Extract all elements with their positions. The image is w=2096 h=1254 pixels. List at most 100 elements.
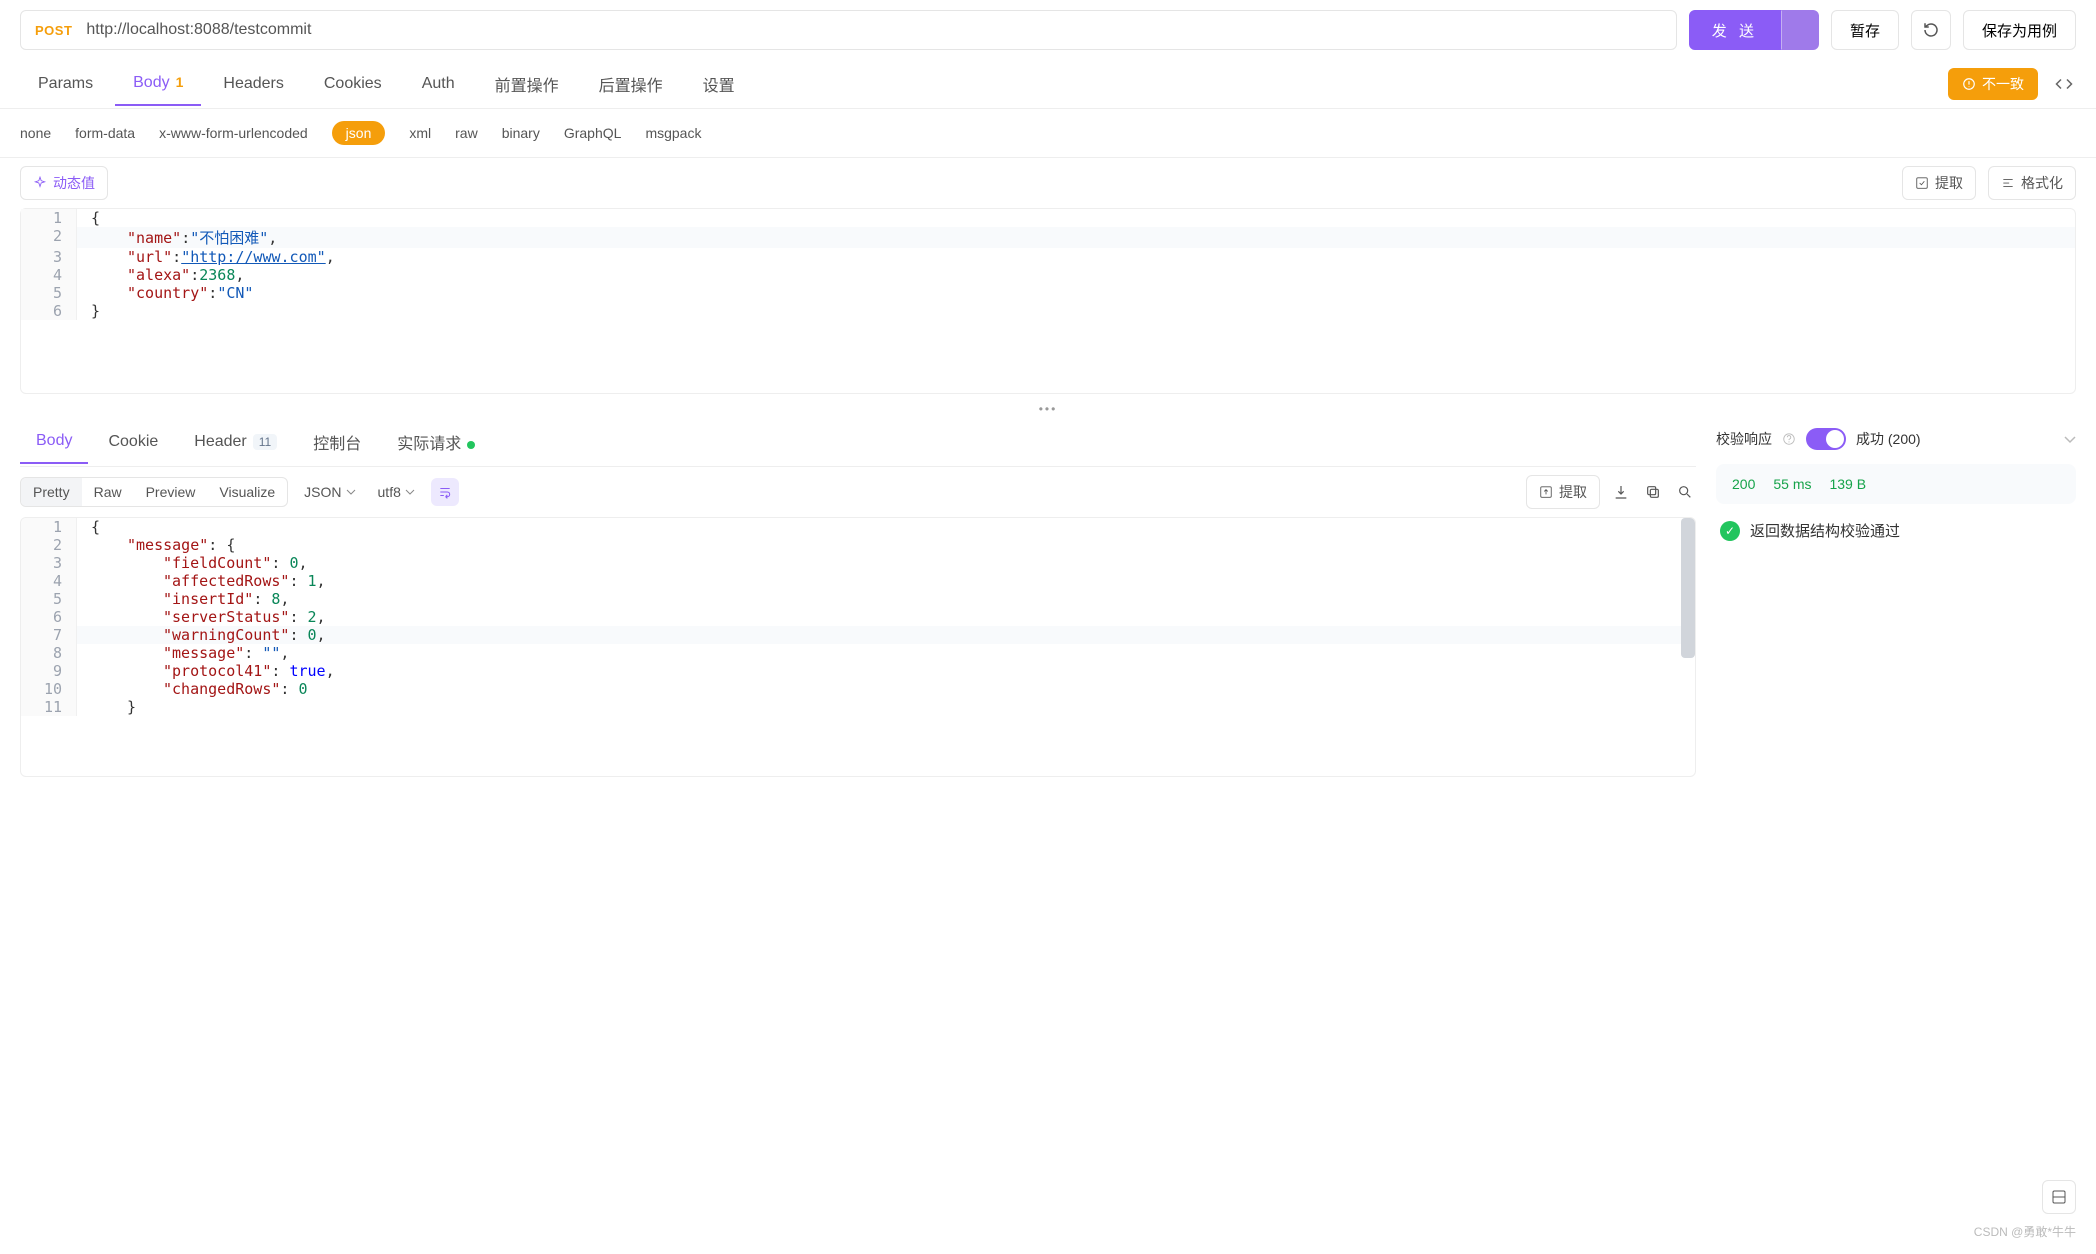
code-line[interactable]: 4"affectedRows": 1, <box>21 572 1695 590</box>
bodytype-msgpack[interactable]: msgpack <box>645 125 701 141</box>
bodytype-formdata[interactable]: form-data <box>75 125 135 141</box>
response-lang-select[interactable]: JSON <box>298 484 361 500</box>
schema-mismatch-badge[interactable]: 不一致 <box>1948 68 2038 100</box>
response-stats: 200 55 ms 139 B <box>1716 464 2076 504</box>
panel-resizer[interactable]: ••• <box>0 400 2096 418</box>
wrap-toggle-button[interactable] <box>431 478 459 506</box>
code-line[interactable]: 6} <box>21 302 2075 320</box>
code-line[interactable]: 3"url":"http://www.com", <box>21 248 2075 266</box>
search-response-button[interactable] <box>1674 481 1696 503</box>
format-button[interactable]: 格式化 <box>1988 166 2076 200</box>
code-view-button[interactable] <box>2052 72 2076 96</box>
check-icon: ✓ <box>1720 521 1740 541</box>
chevron-down-icon <box>405 489 415 495</box>
send-button-group: 发 送 <box>1689 10 1819 50</box>
request-url[interactable]: http://localhost:8088/testcommit <box>86 21 1661 39</box>
code-line[interactable]: 6"serverStatus": 2, <box>21 608 1695 626</box>
code-line[interactable]: 1{ <box>21 518 1695 536</box>
extract-icon <box>1539 485 1553 499</box>
request-tabs: Params Body1 Headers Cookies Auth 前置操作 后… <box>0 60 2096 109</box>
fmt-raw[interactable]: Raw <box>82 478 134 506</box>
response-size: 139 B <box>1829 476 1866 492</box>
save-draft-button[interactable]: 暂存 <box>1831 10 1899 50</box>
code-line[interactable]: 11} <box>21 698 1695 716</box>
http-method[interactable]: POST <box>35 23 72 38</box>
tab-body[interactable]: Body1 <box>115 62 201 106</box>
code-line[interactable]: 5"country":"CN" <box>21 284 2075 302</box>
code-line[interactable]: 9"protocol41": true, <box>21 662 1695 680</box>
resp-tab-cookie[interactable]: Cookie <box>92 421 174 463</box>
resp-tab-console[interactable]: 控制台 <box>297 418 377 466</box>
bodytype-graphql[interactable]: GraphQL <box>564 125 622 141</box>
status-code: 200 <box>1732 476 1755 492</box>
bodytype-urlencoded[interactable]: x-www-form-urlencoded <box>159 125 308 141</box>
tab-settings[interactable]: 设置 <box>685 60 753 108</box>
copy-response-button[interactable] <box>1642 481 1664 503</box>
fmt-preview[interactable]: Preview <box>134 478 208 506</box>
tab-post-script[interactable]: 后置操作 <box>581 60 681 108</box>
code-line[interactable]: 2"name":"不怕困难", <box>21 227 2075 248</box>
verify-expand-button[interactable] <box>2064 431 2076 447</box>
resp-tab-header[interactable]: Header11 <box>178 421 293 463</box>
download-icon <box>1613 484 1629 500</box>
fmt-visualize[interactable]: Visualize <box>207 478 287 506</box>
body-type-tabs: none form-data x-www-form-urlencoded jso… <box>0 109 2096 158</box>
validation-result: ✓ 返回数据结构校验通过 <box>1716 504 2076 557</box>
code-line[interactable]: 3"fieldCount": 0, <box>21 554 1695 572</box>
chevron-down-icon <box>2064 436 2076 444</box>
warning-icon <box>1962 77 1976 91</box>
send-button[interactable]: 发 送 <box>1689 10 1781 50</box>
code-line[interactable]: 7"warningCount": 0, <box>21 626 1695 644</box>
tab-headers[interactable]: Headers <box>205 63 301 105</box>
layout-toggle-button[interactable] <box>2042 1180 2076 1214</box>
chevron-down-icon <box>346 489 356 495</box>
code-line[interactable]: 2"message": { <box>21 536 1695 554</box>
bodytype-xml[interactable]: xml <box>409 125 431 141</box>
watermark: CSDN @勇敢*牛牛 <box>1974 1223 2076 1240</box>
help-icon[interactable] <box>1782 432 1796 446</box>
code-line[interactable]: 4"alexa":2368, <box>21 266 2075 284</box>
bodytype-binary[interactable]: binary <box>502 125 540 141</box>
tab-pre-script[interactable]: 前置操作 <box>477 60 577 108</box>
format-icon <box>2001 176 2015 190</box>
verify-toggle[interactable] <box>1806 428 1846 450</box>
response-extract-button[interactable]: 提取 <box>1526 475 1600 509</box>
resp-tab-body[interactable]: Body <box>20 420 88 464</box>
fmt-pretty[interactable]: Pretty <box>21 478 82 506</box>
save-case-button[interactable]: 保存为用例 <box>1963 10 2076 50</box>
code-line[interactable]: 5"insertId": 8, <box>21 590 1695 608</box>
url-bar[interactable]: POST http://localhost:8088/testcommit <box>20 10 1677 50</box>
tab-cookies[interactable]: Cookies <box>306 63 400 105</box>
code-icon <box>2055 75 2073 93</box>
tab-params[interactable]: Params <box>20 63 111 105</box>
verify-status: 成功 (200) <box>1856 429 1921 449</box>
send-dropdown-button[interactable] <box>1781 10 1819 50</box>
extract-button[interactable]: 提取 <box>1902 166 1976 200</box>
status-dot-icon <box>467 441 475 449</box>
wrap-icon <box>438 485 452 499</box>
bodytype-json[interactable]: json <box>332 121 386 145</box>
bodytype-none[interactable]: none <box>20 125 51 141</box>
extract-icon <box>1915 176 1929 190</box>
bodytype-raw[interactable]: raw <box>455 125 478 141</box>
resp-tab-actual[interactable]: 实际请求 <box>381 418 491 466</box>
code-line[interactable]: 1{ <box>21 209 2075 227</box>
code-line[interactable]: 8"message": "", <box>21 644 1695 662</box>
dynamic-value-button[interactable]: 动态值 <box>20 166 108 200</box>
response-time: 55 ms <box>1773 476 1811 492</box>
request-body-editor[interactable]: 1{2"name":"不怕困难",3"url":"http://www.com"… <box>20 208 2076 394</box>
copy-icon <box>1645 484 1661 500</box>
response-encoding-select[interactable]: utf8 <box>372 484 421 500</box>
tab-auth[interactable]: Auth <box>404 63 473 105</box>
refresh-button[interactable] <box>1911 10 1951 50</box>
search-icon <box>1677 484 1693 500</box>
save-response-button[interactable] <box>1610 481 1632 503</box>
code-line[interactable]: 10"changedRows": 0 <box>21 680 1695 698</box>
response-body-editor[interactable]: 1{2"message": {3"fieldCount": 0,4"affect… <box>20 517 1696 777</box>
layout-icon <box>2051 1189 2067 1205</box>
response-tabs: Body Cookie Header11 控制台 实际请求 <box>20 418 1696 467</box>
scrollbar-thumb[interactable] <box>1681 518 1695 658</box>
refresh-icon <box>1922 21 1940 39</box>
verify-title: 校验响应 <box>1716 429 1772 449</box>
sparkle-icon <box>33 176 47 190</box>
